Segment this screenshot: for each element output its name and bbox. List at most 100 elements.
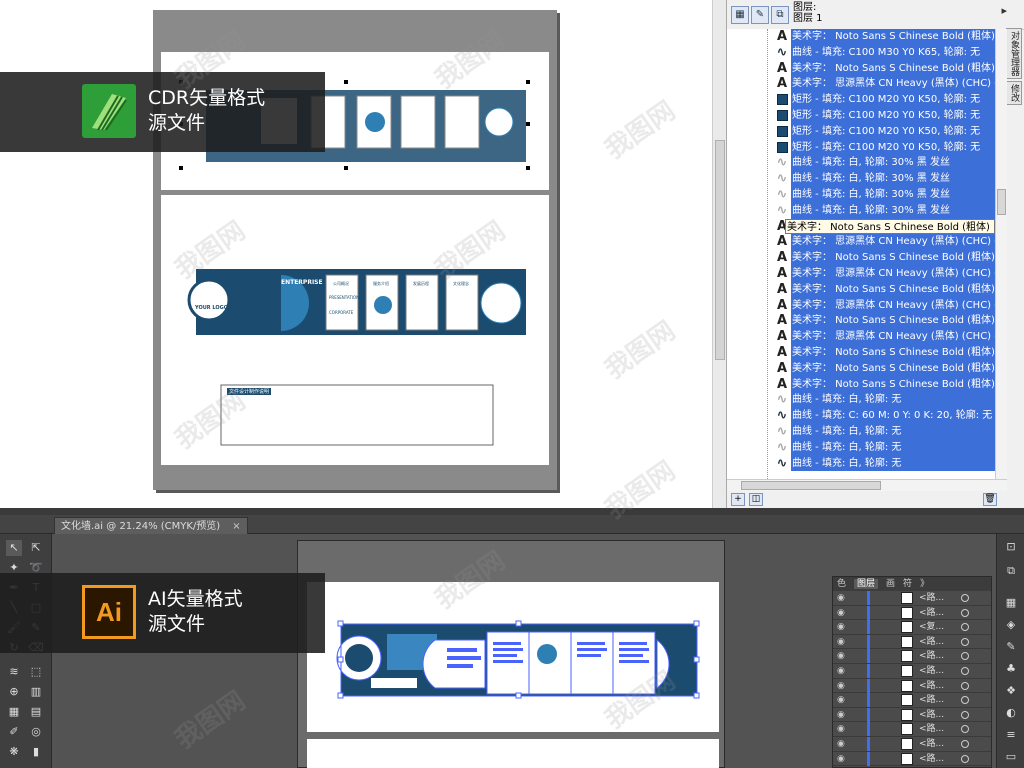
visibility-eye-icon[interactable]: ◉ — [837, 695, 845, 705]
object-list-item[interactable]: ∿ 曲线 - 填充: C100 M30 Y0 K65, 轮廓: 无 — [727, 44, 995, 61]
tab-symbols[interactable]: 符 — [903, 579, 912, 589]
visibility-eye-icon[interactable]: ◉ — [837, 622, 845, 632]
shape-builder-tool-icon[interactable]: ⊕ — [6, 684, 22, 700]
ai-layer-row[interactable]: ◉ <复... — [833, 620, 991, 635]
gradient-tool-icon[interactable]: ▤ — [28, 704, 44, 720]
object-list-item[interactable]: A 美术字： Noto Sans S Chinese Bold (粗体) ( — [727, 29, 995, 45]
selection-tool-icon[interactable]: ↖ — [6, 540, 22, 556]
target-circle-icon[interactable] — [961, 623, 969, 632]
object-list-item[interactable]: ∿ 曲线 - 填充: 白, 轮廓: 30% 黑 发丝 — [727, 171, 995, 187]
object-list-item[interactable]: A美术字： Noto Sans S Chinese Bold (粗体) (ENU… — [727, 218, 995, 235]
object-list-item[interactable]: ∿ 曲线 - 填充: 白, 轮廓: 30% 黑 发丝 — [727, 202, 995, 219]
stroke-panel-icon[interactable]: ≡ — [1004, 728, 1018, 742]
tab-color[interactable]: 色 — [837, 579, 846, 589]
target-circle-icon[interactable] — [961, 681, 969, 690]
ai-layer-row[interactable]: ◉ <路... — [833, 634, 991, 650]
object-list-vertical-scrollbar[interactable] — [995, 29, 1007, 479]
ai-layer-row[interactable]: ◉ <路... — [833, 605, 991, 621]
object-list-item[interactable]: A 美术字： 思源黑体 CN Heavy (黑体) (CHC) - — [727, 329, 995, 345]
visibility-eye-icon[interactable]: ◉ — [837, 608, 845, 618]
object-list-item[interactable]: ∿ 曲线 - 填充: 白, 轮廓: 无 — [727, 392, 995, 409]
ai-layer-row[interactable]: ◉ <路... — [833, 693, 991, 708]
artboard-panel-icon[interactable]: ⊡ — [1004, 540, 1018, 554]
new-layer-icon[interactable]: + — [731, 493, 745, 506]
target-circle-icon[interactable] — [961, 725, 969, 734]
symbols-panel-icon[interactable]: ♣ — [1004, 662, 1018, 676]
object-list-item[interactable]: ∿ 曲线 - 填充: 白, 轮廓: 30% 黑 发丝 — [727, 186, 995, 203]
object-list-item[interactable]: A 美术字： Noto Sans S Chinese Bold (粗体) ( — [727, 360, 995, 377]
edit-across-layers-icon[interactable]: ✎ — [751, 6, 769, 24]
object-list-item[interactable]: A 美术字： Noto Sans S Chinese Bold (粗体) ( — [727, 344, 995, 361]
appearance-panel-icon[interactable]: ◐ — [1004, 706, 1018, 720]
ai-layer-list[interactable]: ◉ <路... ◉ <路... ◉ <复... ◉ <路... ◉ <路... ◉ <路... ◉ <路.… — [833, 591, 991, 767]
ai-document-tab[interactable]: 文化墙.ai @ 21.24% (CMYK/预览) × — [54, 517, 248, 534]
ai-artboard-2[interactable] — [307, 739, 719, 768]
close-icon[interactable]: × — [232, 521, 240, 532]
ai-layer-row[interactable]: ◉ <路... — [833, 751, 991, 767]
cdr-vertical-scrollbar[interactable] — [712, 0, 726, 508]
object-list-horizontal-scrollbar[interactable] — [727, 479, 1007, 491]
panel-expand-icon[interactable]: 》 — [920, 579, 929, 589]
panel-options-dropdown-icon[interactable]: ▸ — [1001, 4, 1007, 17]
target-circle-icon[interactable] — [961, 594, 969, 602]
target-circle-icon[interactable] — [961, 696, 969, 705]
visibility-eye-icon[interactable]: ◉ — [837, 754, 845, 764]
perspective-grid-tool-icon[interactable]: ▥ — [28, 684, 44, 700]
ai-artwork-selected[interactable] — [307, 582, 719, 732]
object-list-item[interactable]: A 美术字： 思源黑体 CN Heavy (黑体) (CHC) - — [727, 297, 995, 314]
visibility-eye-icon[interactable]: ◉ — [837, 739, 845, 749]
object-list-item[interactable]: ∿ 曲线 - 填充: 白, 轮廓: 无 — [727, 439, 995, 456]
delete-icon[interactable]: 🗑 — [983, 493, 997, 506]
target-circle-icon[interactable] — [961, 754, 969, 763]
modify-side-tab[interactable]: 修改 — [1006, 81, 1022, 105]
object-list-item[interactable]: 矩形 - 填充: C100 M20 Y0 K50, 轮廓: 无 — [727, 92, 995, 108]
target-circle-icon[interactable] — [961, 710, 969, 719]
object-list-item[interactable]: 矩形 - 填充: C100 M20 Y0 K50, 轮廓: 无 — [727, 139, 995, 156]
new-master-layer-icon[interactable]: ◫ — [749, 493, 763, 506]
brush-panel-icon[interactable]: ✎ — [1004, 640, 1018, 654]
object-list-item[interactable]: A 美术字： Noto Sans S Chinese Bold (粗体) ( — [727, 376, 995, 393]
gradient-panel-icon[interactable]: ▭ — [1004, 750, 1018, 764]
visibility-eye-icon[interactable]: ◉ — [837, 651, 845, 661]
ai-artboard-1[interactable] — [307, 582, 719, 732]
tab-layers[interactable]: 图层 — [854, 579, 879, 589]
transform-panel-icon[interactable]: ⧉ — [1004, 564, 1018, 578]
object-list-item[interactable]: A 美术字： Noto Sans S Chinese Bold (粗体) ( — [727, 60, 995, 77]
object-list-item[interactable]: ∿ 曲线 - 填充: C: 60 M: 0 Y: 0 K: 20, 轮廓: 无 — [727, 408, 995, 424]
ai-layer-row[interactable]: ◉ <路... — [833, 663, 991, 679]
layers-panel-icon[interactable]: ◈ — [1004, 618, 1018, 632]
free-transform-tool-icon[interactable]: ⬚ — [28, 664, 44, 680]
target-circle-icon[interactable] — [961, 666, 969, 675]
ai-layer-row[interactable]: ◉ <路... — [833, 591, 991, 606]
object-list-item[interactable]: ∿ 曲线 - 填充: 白, 轮廓: 30% 黑 发丝 — [727, 155, 995, 172]
direct-selection-tool-icon[interactable]: ⇱ — [28, 540, 44, 556]
tab-artboards[interactable]: 画 — [886, 579, 895, 589]
ai-layer-row[interactable]: ◉ <路... — [833, 649, 991, 664]
mesh-tool-icon[interactable]: ▦ — [6, 704, 22, 720]
target-circle-icon[interactable] — [961, 608, 969, 617]
eyedropper-tool-icon[interactable]: ✐ — [6, 724, 22, 740]
target-circle-icon[interactable] — [961, 652, 969, 661]
graphic-styles-panel-icon[interactable]: ❖ — [1004, 684, 1018, 698]
object-list-item[interactable]: A 美术字： 思源黑体 CN Heavy (黑体) (CHC) - — [727, 265, 995, 282]
object-manager-side-tab[interactable]: 对象管理器 — [1006, 28, 1022, 79]
layer-manager-view-icon[interactable]: ⧉ — [771, 6, 789, 24]
target-circle-icon[interactable] — [961, 637, 969, 646]
object-list-item[interactable]: ∿ 曲线 - 填充: 白, 轮廓: 无 — [727, 455, 995, 472]
object-list-item[interactable]: A 美术字： 思源黑体 CN Heavy (黑体) (CHC) - — [727, 76, 995, 93]
ai-layer-row[interactable]: ◉ <路... — [833, 722, 991, 737]
visibility-eye-icon[interactable]: ◉ — [837, 666, 845, 676]
object-list-item[interactable]: 矩形 - 填充: C100 M20 Y0 K50, 轮廓: 无 — [727, 107, 995, 124]
grid-panel-icon[interactable]: ▦ — [1004, 596, 1018, 610]
visibility-eye-icon[interactable]: ◉ — [837, 681, 845, 691]
column-graph-tool-icon[interactable]: ▮ — [28, 744, 44, 760]
object-list-item[interactable]: A 美术字： Noto Sans S Chinese Bold (粗体) ( — [727, 281, 995, 298]
ai-layer-row[interactable]: ◉ <路... — [833, 736, 991, 752]
ai-layer-row[interactable]: ◉ <路... — [833, 707, 991, 723]
warp-tool-icon[interactable]: ≋ — [6, 664, 22, 680]
visibility-eye-icon[interactable]: ◉ — [837, 637, 845, 647]
symbol-sprayer-tool-icon[interactable]: ❋ — [6, 744, 22, 760]
visibility-eye-icon[interactable]: ◉ — [837, 724, 845, 734]
object-list-item[interactable]: 矩形 - 填充: C100 M20 Y0 K50, 轮廓: 无 — [727, 123, 995, 140]
object-list[interactable]: A 美术字： Noto Sans S Chinese Bold (粗体) (∿ 曲线… — [727, 29, 995, 479]
